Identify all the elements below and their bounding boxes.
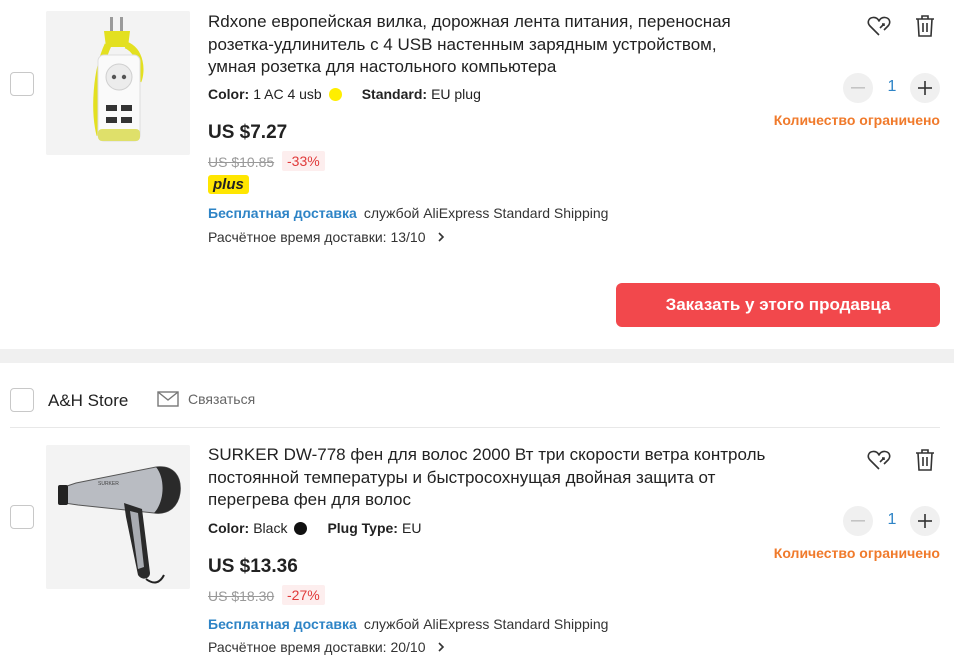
item-2-checkbox[interactable] xyxy=(10,505,34,529)
store-name[interactable]: A&H Store xyxy=(48,391,128,411)
item-1-limited-notice: Количество ограничено xyxy=(773,112,940,128)
item-2-attr1-label: Color: xyxy=(208,520,250,536)
item-2-wishlist-button[interactable] xyxy=(866,447,892,473)
minus-icon xyxy=(851,520,865,522)
item-2-limited-notice: Количество ограничено xyxy=(773,545,940,561)
plus-icon xyxy=(918,514,932,528)
item-1-attr2-label: Standard: xyxy=(361,86,428,102)
heart-icon xyxy=(867,16,891,36)
item-2-old-price: US $18.30 xyxy=(208,588,275,604)
item-1-attr1-label: Color: xyxy=(208,86,250,102)
item-1-wishlist-button[interactable] xyxy=(866,13,892,39)
item-2-attr1-value: Black xyxy=(253,520,288,536)
item-2-eta-text: Расчётное время доставки: 20/10 xyxy=(208,639,426,655)
item-2-delete-button[interactable] xyxy=(912,447,938,473)
item-2-shipping-method: службой AliExpress Standard Shipping xyxy=(363,616,609,632)
item-2-shipping: Бесплатная доставка службой AliExpress S… xyxy=(208,616,608,632)
plus-icon xyxy=(918,81,932,95)
item-1-quantity-increase[interactable] xyxy=(910,73,940,103)
chevron-right-icon xyxy=(437,642,444,652)
order-from-seller-button[interactable]: Заказать у этого продавца xyxy=(616,283,940,327)
mail-icon xyxy=(157,391,179,407)
item-1-quantity-value[interactable]: 1 xyxy=(882,78,902,96)
svg-text:SURKER: SURKER xyxy=(98,481,119,487)
item-1-attr2-value: EU plug xyxy=(431,86,481,102)
item-1-shipping-method: службой AliExpress Standard Shipping xyxy=(363,205,609,221)
item-1-checkbox[interactable] xyxy=(10,72,34,96)
item-2-attr2-value: EU xyxy=(401,520,422,536)
item-1-quantity-decrease[interactable] xyxy=(843,73,873,103)
item-2-image[interactable]: SURKER xyxy=(46,445,190,589)
item-2-attributes: Color: Black Plug Type: EU xyxy=(208,520,421,536)
item-2-free-shipping: Бесплатная доставка xyxy=(208,616,357,632)
item-2-color-swatch xyxy=(294,521,308,535)
trash-icon xyxy=(916,15,934,37)
item-2-quantity-decrease[interactable] xyxy=(843,506,873,536)
item-2-delivery-estimate[interactable]: Расчётное время доставки: 20/10 xyxy=(208,639,446,655)
store-divider xyxy=(10,427,940,428)
item-1-shipping: Бесплатная доставка службой AliExpress S… xyxy=(208,205,608,221)
item-1-image[interactable] xyxy=(46,11,190,155)
item-1-eta-text: Расчётное время доставки: 13/10 xyxy=(208,229,426,245)
item-1-delete-button[interactable] xyxy=(912,13,938,39)
item-1-free-shipping: Бесплатная доставка xyxy=(208,205,357,221)
item-2-attr2-label: Plug Type: xyxy=(327,520,398,536)
item-1-title[interactable]: Rdxone европейская вилка, дорожная лента… xyxy=(208,11,768,79)
item-1-attributes: Color: 1 AC 4 usb Standard: EU plug xyxy=(208,86,481,102)
minus-icon xyxy=(851,87,865,89)
item-1-plus-badge: plus xyxy=(208,175,249,194)
contact-seller-link[interactable]: Связаться xyxy=(157,391,255,407)
item-2-quantity-increase[interactable] xyxy=(910,506,940,536)
item-1-color-swatch xyxy=(328,87,342,101)
store-checkbox[interactable] xyxy=(10,388,34,412)
item-2-title[interactable]: SURKER DW-778 фен для волос 2000 Вт три … xyxy=(208,444,768,512)
item-1-old-price: US $10.85 xyxy=(208,154,275,170)
item-1-discount-badge: -33% xyxy=(282,151,325,171)
heart-icon xyxy=(867,450,891,470)
item-2-price: US $13.36 xyxy=(208,556,298,577)
item-1-price: US $7.27 xyxy=(208,122,288,143)
chevron-right-icon xyxy=(437,232,444,242)
section-divider xyxy=(0,349,954,363)
item-2-quantity-value[interactable]: 1 xyxy=(882,511,902,529)
power-strip-image xyxy=(46,11,190,155)
item-2-discount-badge: -27% xyxy=(282,585,325,605)
item-1-delivery-estimate[interactable]: Расчётное время доставки: 13/10 xyxy=(208,229,446,245)
item-1-attr1-value: 1 AC 4 usb xyxy=(253,86,322,102)
hair-dryer-image: SURKER xyxy=(46,445,190,589)
contact-label: Связаться xyxy=(188,391,256,407)
trash-icon xyxy=(916,449,934,471)
